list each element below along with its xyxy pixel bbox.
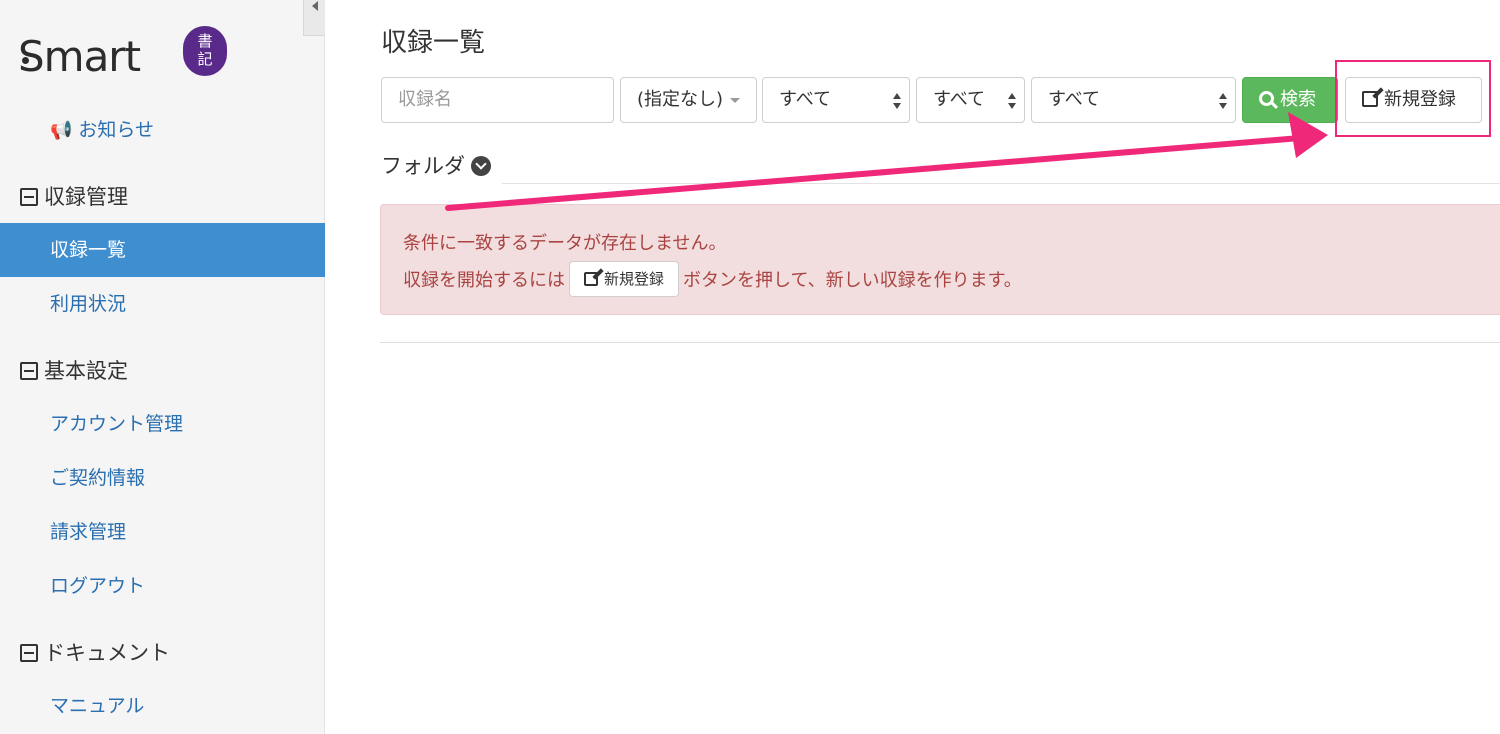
arrow-head bbox=[1288, 112, 1328, 158]
annotation-arrow bbox=[445, 112, 1328, 211]
arrow-shaft bbox=[445, 135, 1303, 211]
